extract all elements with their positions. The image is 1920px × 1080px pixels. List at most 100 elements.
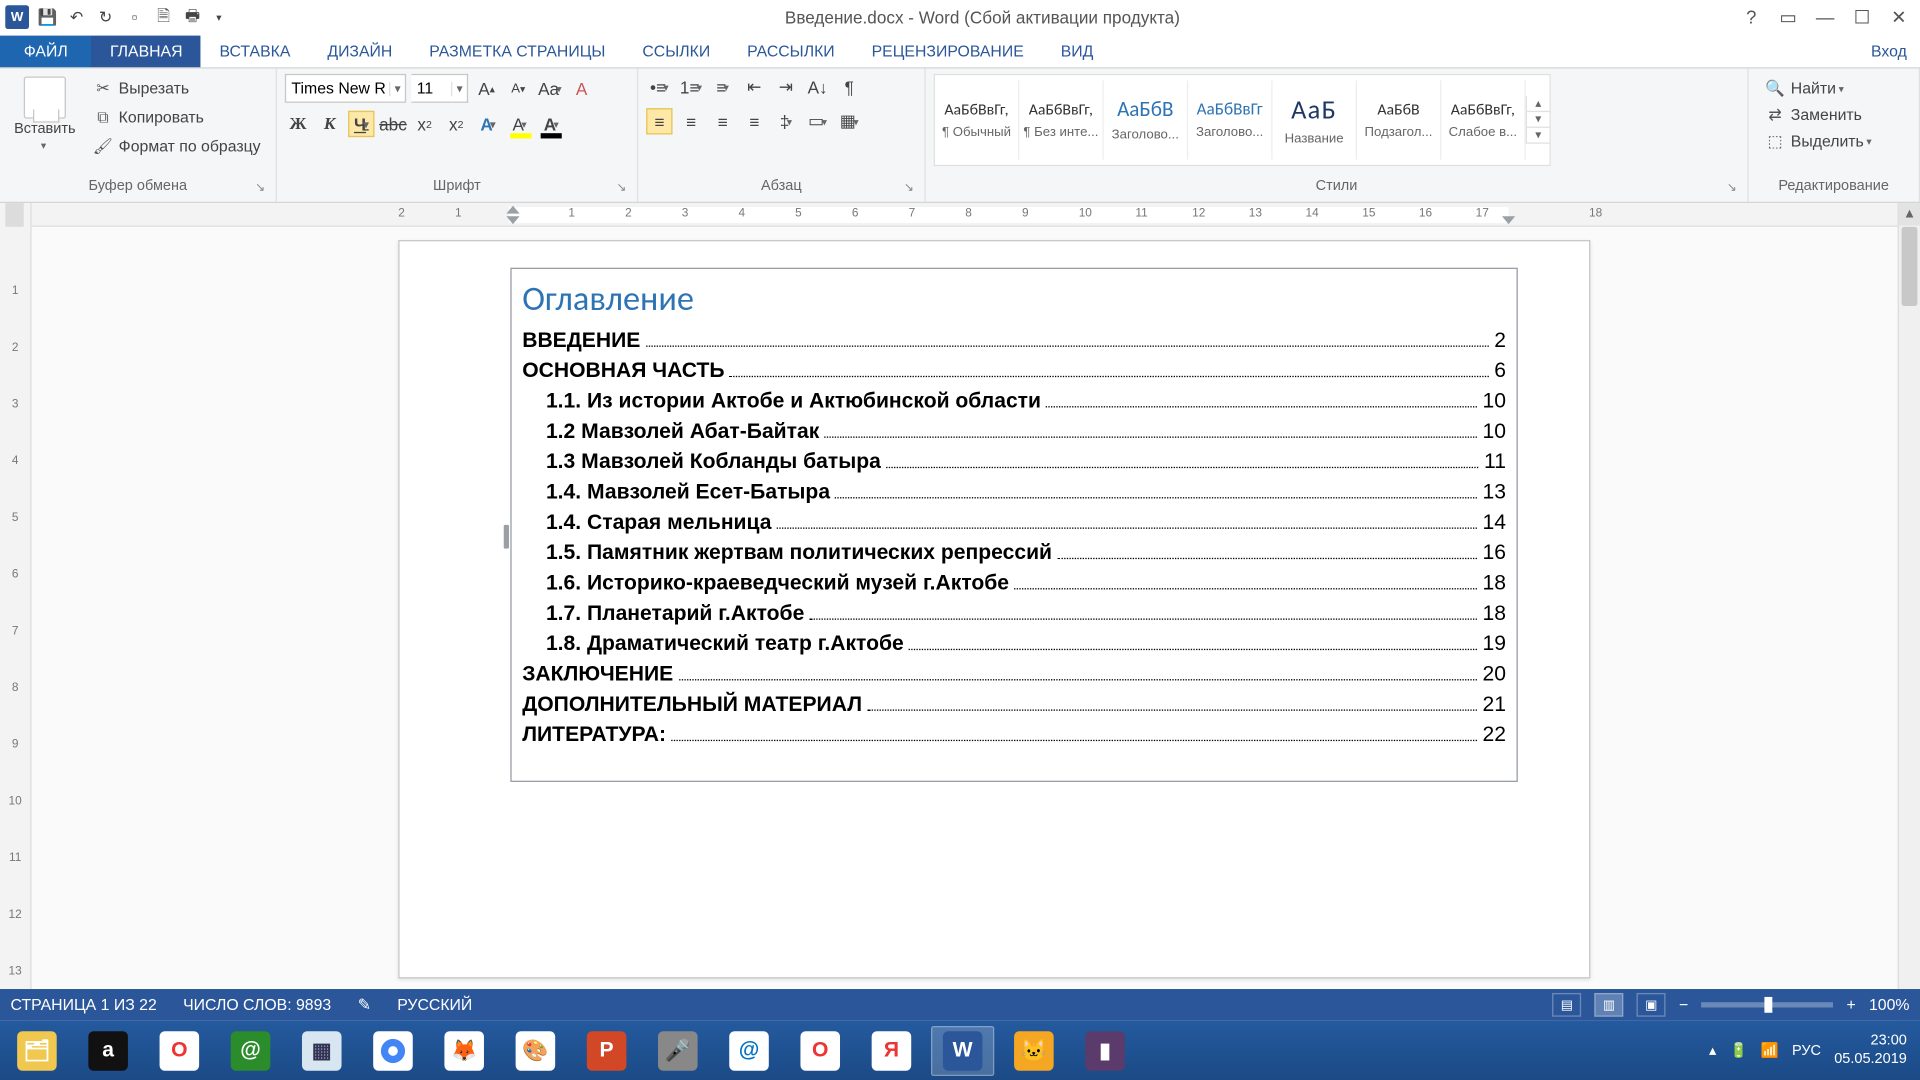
styles-launcher-icon[interactable]: ↘ [1727,181,1737,196]
scrollbar-thumb[interactable] [1902,227,1918,306]
toc-entry[interactable]: 1.4. Старая мельница14 [522,512,1506,536]
task-paint[interactable]: 🎨 [504,1025,567,1075]
close-icon[interactable]: ✕ [1886,6,1912,28]
decrease-indent-button[interactable]: ⇤ [741,74,767,100]
task-mic[interactable]: 🎤 [646,1025,709,1075]
zoom-out-icon[interactable]: − [1679,996,1688,1014]
text-effects-button[interactable]: A▾ [475,111,501,137]
line-spacing-button[interactable]: ‡▾ [773,108,799,134]
open-icon[interactable]: 🗎 [153,7,174,28]
tab-вставка[interactable]: ВСТАВКА [201,36,309,68]
styles-more-icon[interactable]: ▾ [1527,128,1549,144]
toc-entry[interactable]: ЛИТЕРАТУРА:22 [522,724,1506,748]
toc-entry[interactable]: 1.1. Из истории Актобе и Актюбинской обл… [522,390,1506,414]
task-firefox[interactable]: 🦊 [433,1025,496,1075]
font-name-combo[interactable]: Times New R▾ [285,74,406,103]
style-item[interactable]: АаБбВвГг,Слабое в... [1441,80,1525,159]
minimize-icon[interactable]: — [1812,6,1838,28]
font-launcher-icon[interactable]: ↘ [616,181,626,196]
task-chrome[interactable] [361,1025,424,1075]
find-button[interactable]: 🔍Найти▾ [1762,76,1875,100]
toc-entry[interactable]: ВВЕДЕНИЕ2 [522,330,1506,354]
vertical-ruler[interactable]: 12345678910111213 [0,203,32,1048]
tab-file[interactable]: ФАЙЛ [0,36,91,68]
right-indent-marker[interactable] [1502,216,1515,224]
borders-button[interactable]: ▦▾ [836,108,862,134]
cut-button[interactable]: ✂Вырезать [90,76,264,100]
styles-gallery[interactable]: АаБбВвГг,¶ ОбычныйАаБбВвГг,¶ Без инте...… [934,74,1551,166]
vertical-scrollbar[interactable]: ▲ ▼ [1898,203,1920,1048]
status-proofing-icon[interactable]: ✎ [358,996,371,1014]
clear-format-button[interactable]: A [568,75,594,101]
new-doc-icon[interactable]: ▫ [124,7,145,28]
style-item[interactable]: АаБбВвГгЗаголово... [1188,80,1272,159]
task-winrar[interactable]: ▮ [1073,1025,1136,1075]
toc-entry[interactable]: ОСНОВНАЯ ЧАСТЬ6 [522,360,1506,384]
task-calculator[interactable]: ▦ [290,1025,353,1075]
scroll-up-icon[interactable]: ▲ [1899,203,1920,225]
clipboard-launcher-icon[interactable]: ↘ [255,181,265,196]
style-item[interactable]: АаБбВвГг,¶ Без инте... [1019,80,1103,159]
task-opera2[interactable]: O [789,1025,852,1075]
task-yandex[interactable]: Я [860,1025,923,1075]
ribbon-options-icon[interactable]: ▭ [1775,6,1801,28]
superscript-button[interactable]: x2 [443,111,469,137]
toc-entry[interactable]: 1.5. Памятник жертвам политических репре… [522,542,1506,566]
font-color-button[interactable]: A▾ [538,111,564,137]
style-item[interactable]: АаБбВПодзагол... [1357,80,1441,159]
read-mode-icon[interactable]: ▤ [1552,993,1581,1017]
status-page[interactable]: СТРАНИЦА 1 ИЗ 22 [11,996,157,1014]
numbering-button[interactable]: 1≡▾ [678,74,704,100]
field-handle-icon[interactable] [504,525,509,549]
redo-icon[interactable]: ↻ [95,7,116,28]
tab-дизайн[interactable]: ДИЗАЙН [309,36,411,68]
styles-up-icon[interactable]: ▴ [1527,96,1549,112]
print-icon[interactable]: 🖶 [182,7,203,28]
undo-icon[interactable]: ↶ [66,7,87,28]
italic-button[interactable]: К [316,111,342,137]
toc-entry[interactable]: ДОПОЛНИТЕЛЬНЫЙ МАТЕРИАЛ21 [522,694,1506,718]
change-case-button[interactable]: Aa▾ [537,75,563,101]
toc-entry[interactable]: 1.4. Мавзолей Есет-Батыра13 [522,481,1506,505]
task-amazon[interactable]: a [76,1025,139,1075]
show-marks-button[interactable]: ¶ [836,74,862,100]
toc-entry[interactable]: 1.7. Планетарий г.Актобе18 [522,603,1506,627]
bold-button[interactable]: Ж [285,111,311,137]
save-icon[interactable]: 💾 [37,7,58,28]
toc-entry[interactable]: 1.8. Драматический театр г.Актобе19 [522,633,1506,657]
tab-рассылки[interactable]: РАССЫЛКИ [729,36,853,68]
first-line-indent-marker[interactable] [506,206,519,214]
sort-button[interactable]: A↓ [804,74,830,100]
justify-button[interactable]: ≡ [741,108,767,134]
document-canvas[interactable]: Оглавление ВВЕДЕНИЕ2ОСНОВНАЯ ЧАСТЬ61.1. … [32,227,1920,1049]
strike-button[interactable]: abc [380,111,406,137]
task-outlook[interactable]: @ [717,1025,780,1075]
style-item[interactable]: АаБНазвание [1273,80,1357,159]
zoom-slider[interactable] [1701,1002,1833,1007]
highlight-button[interactable]: A▾ [506,111,532,137]
style-item[interactable]: АаБбВЗаголово... [1104,80,1188,159]
shrink-font-button[interactable]: A▾ [505,75,531,101]
font-size-combo[interactable]: 11▾ [411,74,468,103]
multilevel-button[interactable]: ≡▾ [709,74,735,100]
tab-разметка страницы[interactable]: РАЗМЕТКА СТРАНИЦЫ [411,36,624,68]
format-painter-button[interactable]: 🖌Формат по образцу [90,135,264,159]
task-scratch[interactable]: 🐱 [1002,1025,1065,1075]
underline-button[interactable]: Ч▾ [348,111,374,137]
tray-battery-icon[interactable]: 🔋 [1729,1042,1747,1059]
increase-indent-button[interactable]: ⇥ [773,74,799,100]
para-launcher-icon[interactable]: ↘ [904,181,914,196]
styles-down-icon[interactable]: ▾ [1527,112,1549,128]
grow-font-button[interactable]: A▴ [473,75,499,101]
sign-in-link[interactable]: Вход [1858,36,1920,68]
zoom-level[interactable]: 100% [1869,996,1909,1014]
horizontal-ruler[interactable]: 21123456789101112131415161718 [32,203,1920,227]
tray-clock[interactable]: 23:00 05.05.2019 [1834,1033,1907,1068]
hanging-indent-marker[interactable] [506,216,519,224]
task-mail-agent[interactable]: @ [219,1025,282,1075]
toc-entry[interactable]: ЗАКЛЮЧЕНИЕ20 [522,663,1506,687]
style-item[interactable]: АаБбВвГг,¶ Обычный [935,80,1019,159]
tray-network-icon[interactable]: 📶 [1761,1042,1779,1059]
subscript-button[interactable]: x2 [411,111,437,137]
copy-button[interactable]: ⧉Копировать [90,105,264,129]
